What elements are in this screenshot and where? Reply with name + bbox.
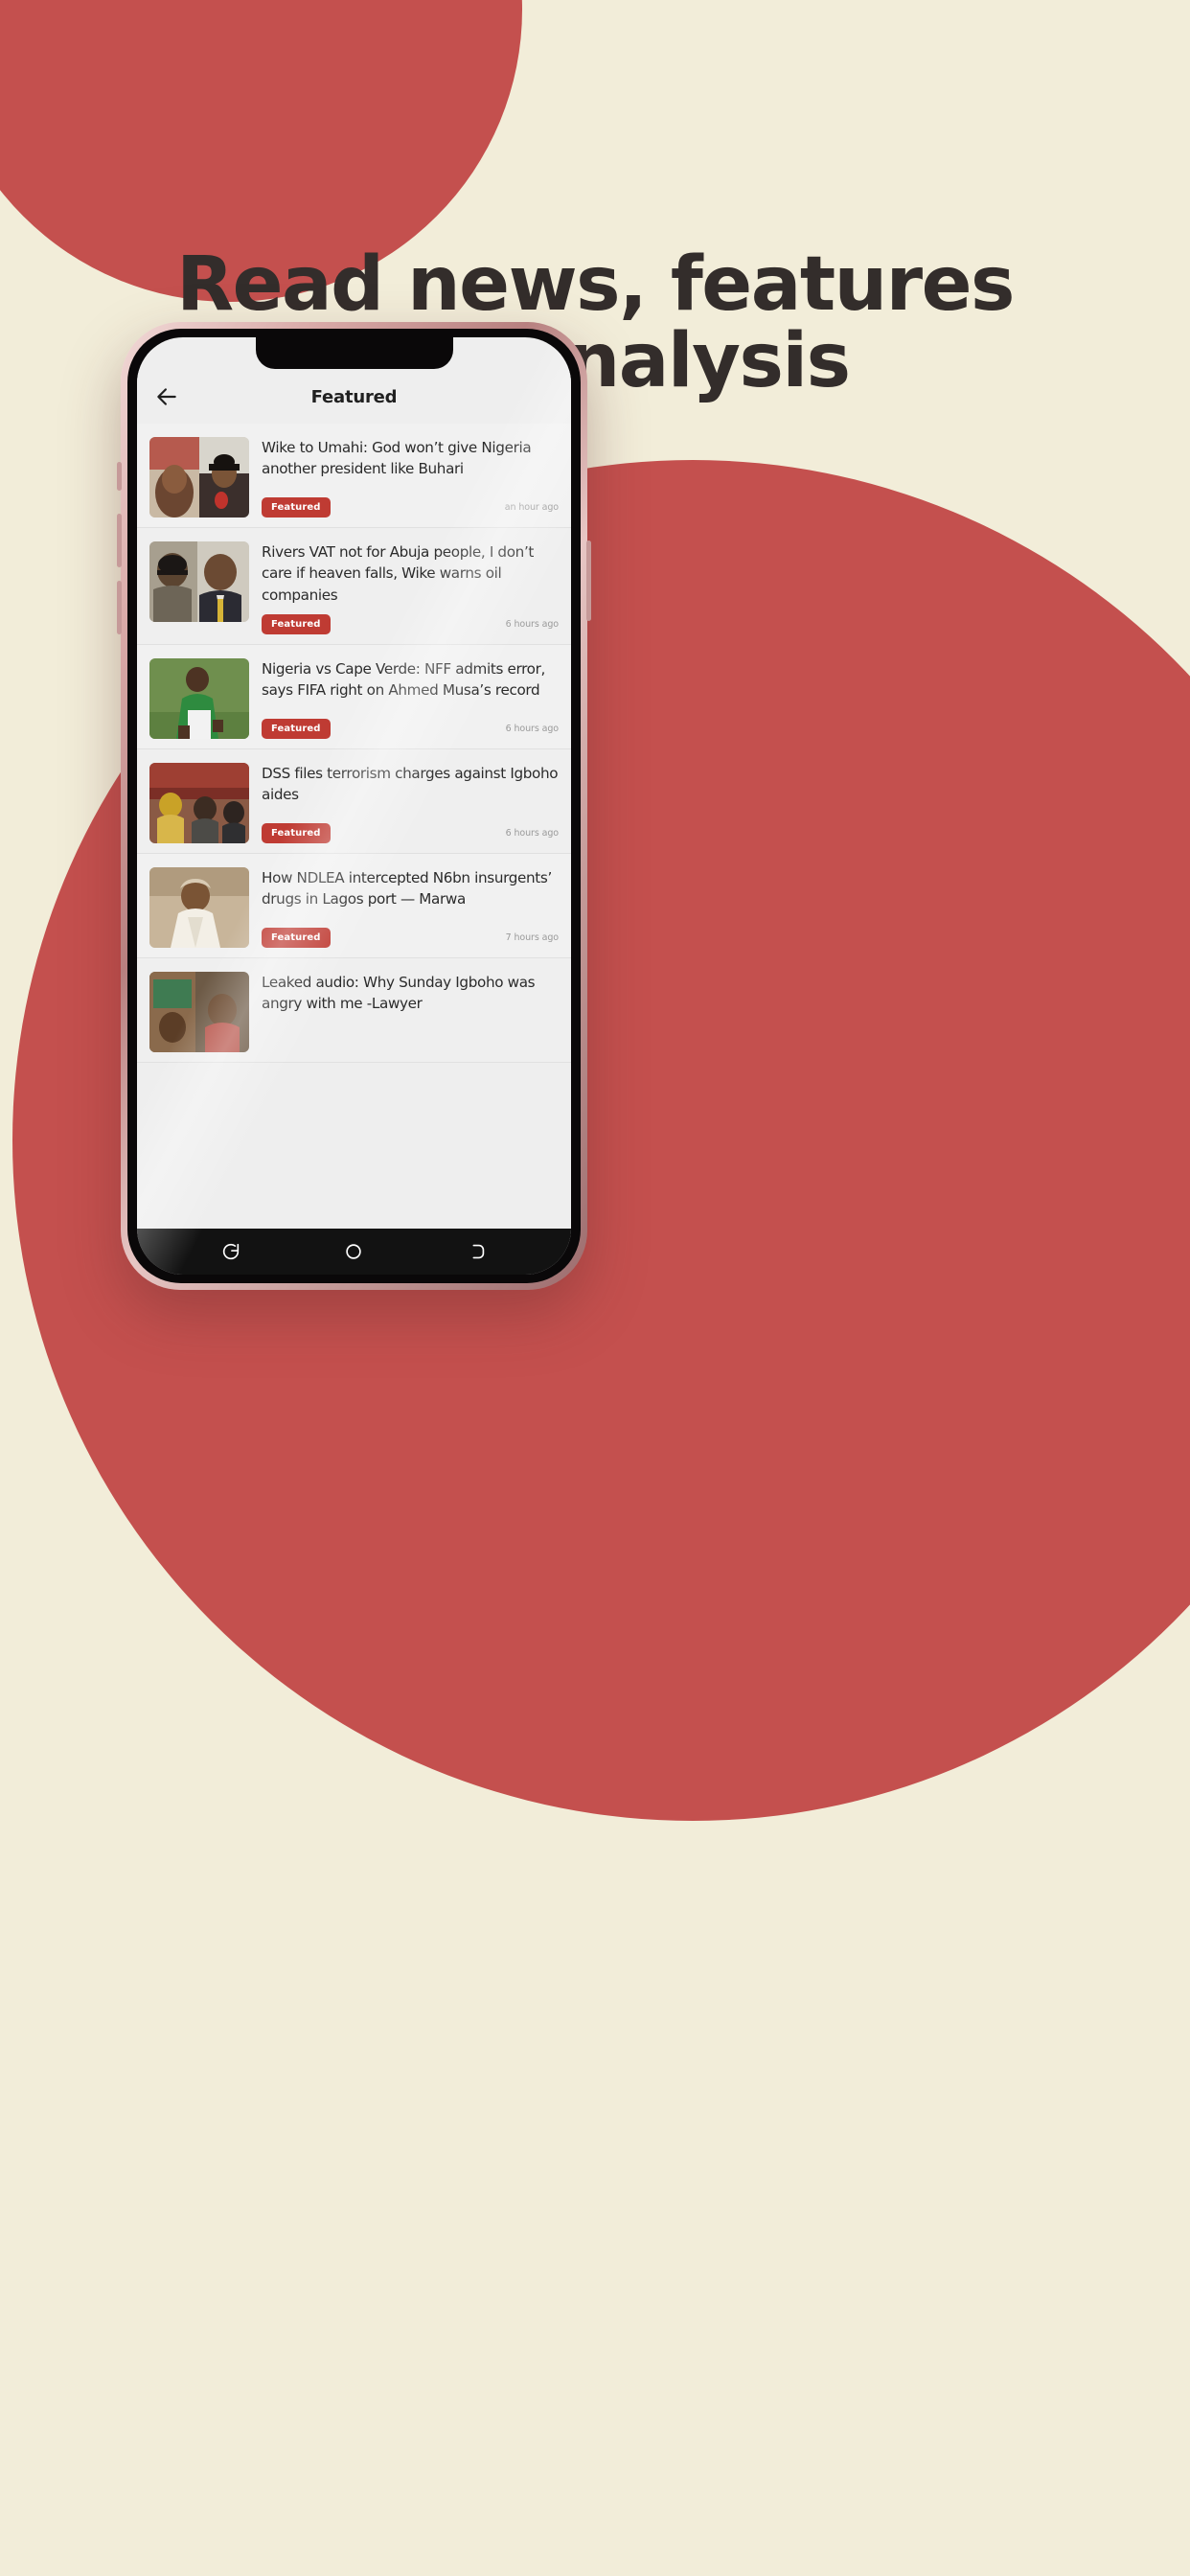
android-home-icon[interactable] bbox=[343, 1241, 364, 1262]
app-bar: Featured bbox=[137, 370, 571, 424]
news-list[interactable]: Wike to Umahi: God won’t give Nigeria an… bbox=[137, 424, 571, 1229]
article-title: Leaked audio: Why Sunday Igboho was angr… bbox=[262, 974, 536, 1013]
list-item[interactable]: Nigeria vs Cape Verde: NFF admits error,… bbox=[137, 645, 571, 750]
list-item[interactable]: Rivers VAT not for Abuja people, I don’t… bbox=[137, 528, 571, 646]
phone-notch bbox=[255, 337, 453, 369]
page-title: Featured bbox=[310, 386, 398, 407]
phone-mockup: Featured Wike to Umahi: God won’t give N… bbox=[117, 322, 591, 1290]
status-badge: Featured bbox=[262, 614, 331, 635]
article-meta: Featured 6 hours ago bbox=[262, 710, 559, 740]
phone-power-button bbox=[586, 540, 591, 621]
article-meta: Featured an hour ago bbox=[262, 489, 559, 518]
android-back-icon[interactable] bbox=[220, 1241, 241, 1262]
article-thumbnail bbox=[149, 541, 249, 622]
article-meta: Featured 6 hours ago bbox=[262, 815, 559, 844]
phone-bezel: Featured Wike to Umahi: God won’t give N… bbox=[127, 329, 581, 1283]
article-thumbnail bbox=[149, 658, 249, 740]
arrow-left-icon[interactable] bbox=[154, 384, 179, 409]
status-badge: Featured bbox=[262, 928, 331, 949]
article-timestamp: 6 hours ago bbox=[505, 828, 559, 840]
article-body: How NDLEA intercepted N6bn insurgents’ d… bbox=[262, 867, 559, 949]
article-meta: Featured 6 hours ago bbox=[262, 606, 559, 635]
article-thumbnail bbox=[149, 763, 249, 844]
article-body: Rivers VAT not for Abuja people, I don’t… bbox=[262, 541, 559, 635]
article-body: DSS files terrorism charges against Igbo… bbox=[262, 763, 559, 844]
article-timestamp: an hour ago bbox=[504, 502, 559, 513]
list-item[interactable]: Leaked audio: Why Sunday Igboho was angr… bbox=[137, 958, 571, 1064]
list-item[interactable]: DSS files terrorism charges against Igbo… bbox=[137, 749, 571, 855]
status-badge: Featured bbox=[262, 719, 331, 740]
status-badge: Featured bbox=[262, 497, 331, 518]
list-item[interactable]: Wike to Umahi: God won’t give Nigeria an… bbox=[137, 424, 571, 528]
article-body: Wike to Umahi: God won’t give Nigeria an… bbox=[262, 437, 559, 518]
article-title: DSS files terrorism charges against Igbo… bbox=[262, 765, 559, 804]
article-title: Wike to Umahi: God won’t give Nigeria an… bbox=[262, 439, 532, 478]
android-nav-bar bbox=[137, 1229, 571, 1275]
article-thumbnail bbox=[149, 867, 249, 949]
phone-volume-up-button bbox=[117, 514, 122, 567]
phone-volume-down-button bbox=[117, 581, 122, 634]
article-meta: Featured 7 hours ago bbox=[262, 919, 559, 949]
phone-screen: Featured Wike to Umahi: God won’t give N… bbox=[137, 337, 571, 1275]
android-recents-icon[interactable] bbox=[467, 1241, 488, 1262]
article-title: How NDLEA intercepted N6bn insurgents’ d… bbox=[262, 869, 552, 908]
article-thumbnail bbox=[149, 972, 249, 1053]
article-timestamp: 6 hours ago bbox=[505, 724, 559, 735]
promo-headline-line-1: Read news, features bbox=[176, 242, 1015, 328]
article-body: Nigeria vs Cape Verde: NFF admits error,… bbox=[262, 658, 559, 740]
article-timestamp: 6 hours ago bbox=[505, 619, 559, 631]
phone-mute-switch bbox=[117, 462, 122, 491]
article-title: Rivers VAT not for Abuja people, I don’t… bbox=[262, 543, 535, 604]
article-thumbnail bbox=[149, 437, 249, 518]
status-badge: Featured bbox=[262, 823, 331, 844]
article-timestamp: 7 hours ago bbox=[505, 932, 559, 944]
list-item[interactable]: How NDLEA intercepted N6bn insurgents’ d… bbox=[137, 854, 571, 959]
article-body: Leaked audio: Why Sunday Igboho was angr… bbox=[262, 972, 559, 1052]
article-title: Nigeria vs Cape Verde: NFF admits error,… bbox=[262, 660, 545, 700]
